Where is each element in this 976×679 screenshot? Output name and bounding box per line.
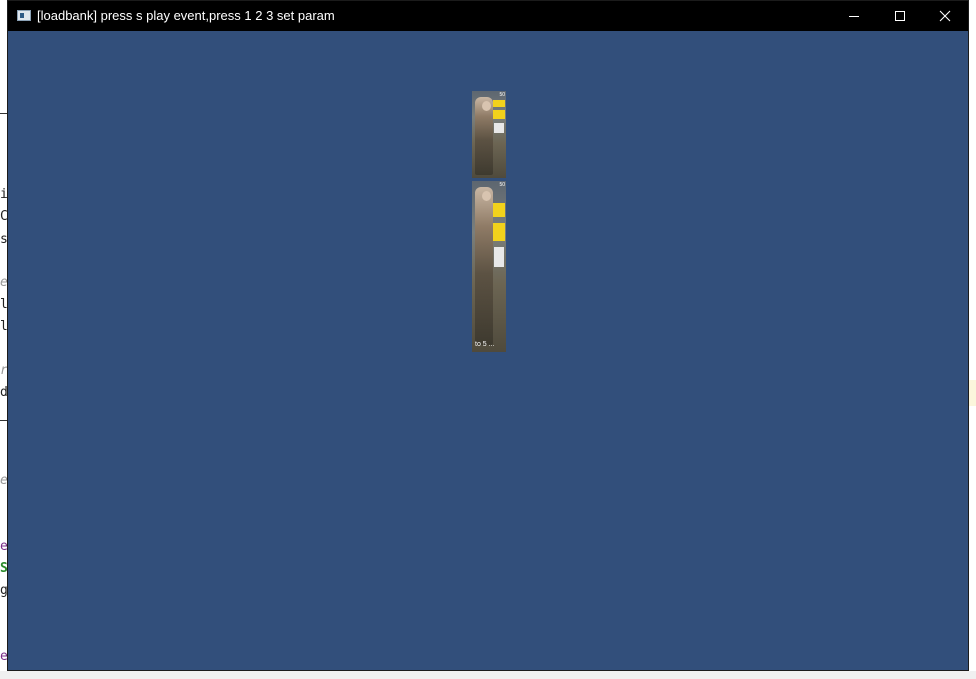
desktop-bottom-strip (0, 671, 976, 679)
poster-title-block (493, 203, 505, 217)
minimize-button[interactable] (831, 1, 877, 31)
poster-title-block (493, 110, 505, 119)
poster-tag: 50 (499, 182, 505, 188)
poster-figure-head (482, 101, 491, 111)
minimize-icon (849, 16, 859, 17)
app-icon[interactable] (17, 10, 31, 21)
poster-figure-head (482, 191, 491, 201)
poster-sprite-large: 50 to 5 ... (472, 181, 506, 352)
poster-figure (475, 187, 493, 345)
maximize-button[interactable] (877, 1, 923, 31)
app-window[interactable]: [loadbank] press s play event,press 1 2 … (7, 0, 969, 671)
poster-caption: to 5 ... (475, 341, 495, 348)
window-titlebar[interactable]: [loadbank] press s play event,press 1 2 … (8, 1, 968, 31)
poster-figure (475, 97, 493, 175)
close-button[interactable] (922, 1, 968, 31)
editor-highlight-strip (968, 380, 976, 406)
render-canvas[interactable]: 50 50 to 5 ... (8, 31, 968, 670)
poster-title-block (493, 223, 505, 241)
window-title: [loadbank] press s play event,press 1 2 … (37, 8, 335, 23)
poster-title-block (493, 100, 505, 107)
poster-text-block (494, 123, 504, 133)
poster-text-block (494, 247, 504, 267)
poster-sprite-small: 50 (472, 91, 506, 178)
maximize-icon (895, 11, 905, 21)
poster-tag: 50 (499, 92, 505, 98)
close-icon (939, 10, 951, 22)
